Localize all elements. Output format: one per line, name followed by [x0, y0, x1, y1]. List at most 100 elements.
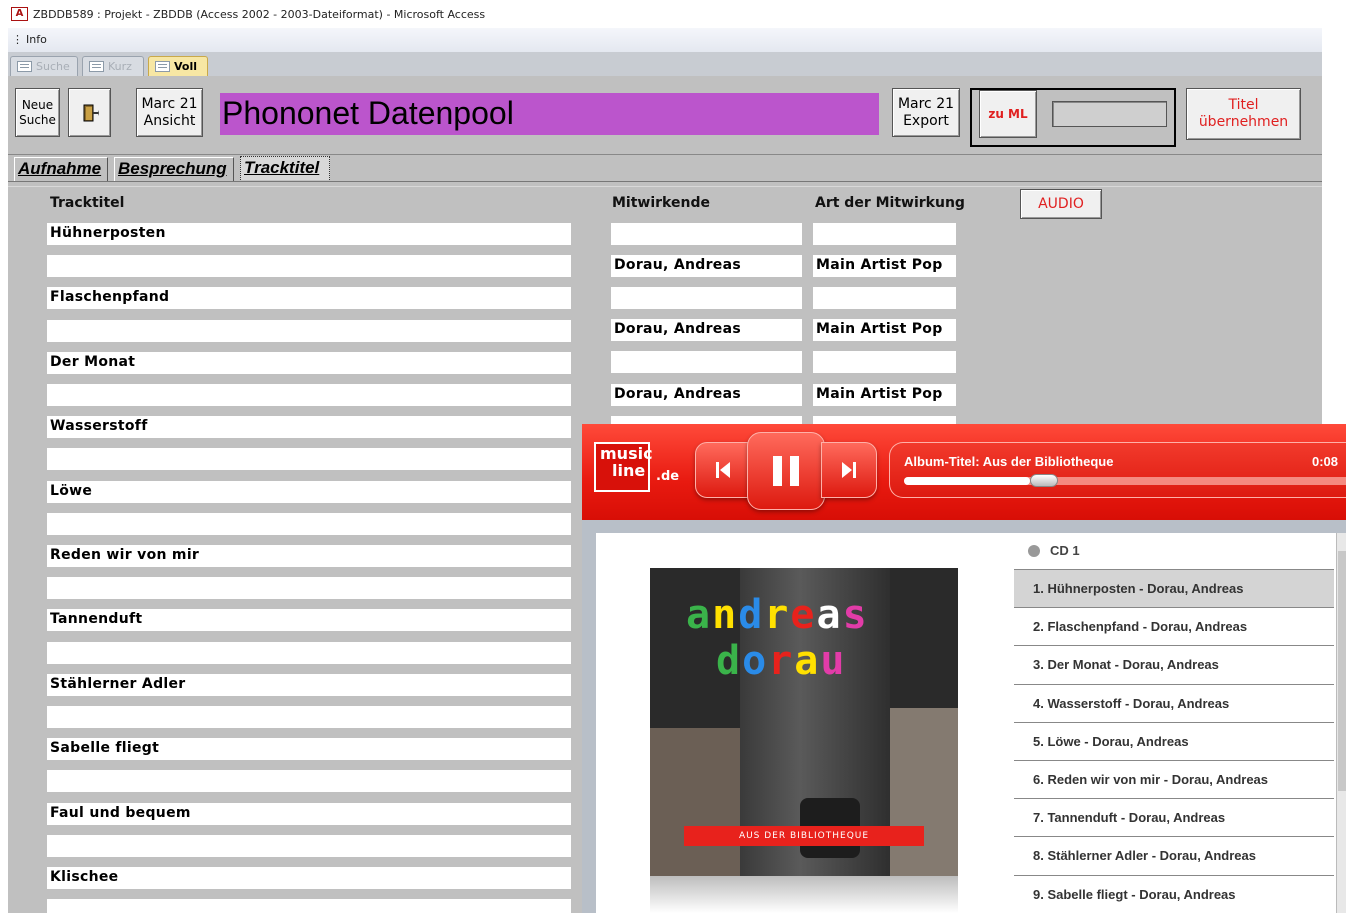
tracktitle-sub-field[interactable]	[47, 642, 571, 664]
access-app-icon[interactable]: A	[11, 7, 28, 21]
next-button[interactable]	[821, 442, 877, 498]
zu-ml-label: zu ML	[988, 107, 1028, 121]
previous-button[interactable]	[695, 442, 751, 498]
toolbar-divider	[8, 154, 1322, 155]
menu-info[interactable]: Info	[26, 33, 47, 46]
new-search-label: Neue Suche	[19, 97, 56, 127]
album-cover: andreas dorau AUS DER BIBLIOTHEQUE	[650, 568, 958, 876]
pause-icon	[748, 433, 824, 509]
track-info-panel: Album-Titel: Aus der Bibliotheque 0:08	[889, 442, 1346, 498]
mitwirkende-field[interactable]	[611, 351, 802, 373]
pause-button[interactable]	[747, 432, 825, 510]
player-track-row[interactable]: 8. Stählerner Adler - Dorau, Andreas	[1014, 836, 1334, 874]
tracktitle-sub-field[interactable]	[47, 320, 571, 342]
musicline-logo[interactable]: music line .de	[594, 442, 679, 492]
player-track-row[interactable]: 7. Tannenduft - Dorau, Andreas	[1014, 798, 1334, 836]
album-title-label: Album-Titel: Aus der Bibliotheque	[904, 454, 1114, 469]
logo-top: music	[600, 444, 653, 463]
player-content: andreas dorau AUS DER BIBLIOTHEQUE CD 1 …	[596, 533, 1346, 913]
subtab-divider	[8, 181, 1322, 182]
mitwirkende-field[interactable]: Dorau, Andreas	[611, 319, 802, 341]
window-title: ZBDDB589 : Projekt - ZBDDB (Access 2002 …	[33, 8, 486, 21]
subtab-besprechung[interactable]: Besprechung	[114, 157, 234, 181]
doc-tab-label: Kurz	[108, 60, 132, 73]
tracktitle-field[interactable]: Sabelle fliegt	[47, 738, 571, 760]
album-cover-reflection	[650, 876, 958, 913]
mitwirkende-field[interactable]: Dorau, Andreas	[611, 384, 802, 406]
tracktitle-field[interactable]: Wasserstoff	[47, 416, 571, 438]
mitwirkende-field[interactable]	[611, 287, 802, 309]
scrollbar-thumb[interactable]	[1338, 551, 1346, 791]
cd-header[interactable]: CD 1	[1014, 533, 1334, 569]
titel-uebernehmen-button[interactable]: Titel übernehmen	[1186, 88, 1301, 140]
tracktitle-sub-field[interactable]	[47, 770, 571, 792]
marc21-export-button[interactable]: Marc 21 Export	[892, 88, 960, 137]
exit-door-icon	[83, 104, 99, 121]
tracktitle-sub-field[interactable]	[47, 448, 571, 470]
art-field[interactable]: Main Artist Pop	[813, 255, 956, 277]
tracklist-scrollbar[interactable]	[1336, 533, 1346, 913]
tracktitle-field[interactable]: Klischee	[47, 867, 571, 889]
tracktitle-sub-field[interactable]	[47, 577, 571, 599]
tracktitle-sub-field[interactable]	[47, 384, 571, 406]
menu-bar: ⋮ Info	[8, 28, 1322, 52]
document-tab-strip: Suche Kurz Voll	[8, 52, 1322, 76]
progress-track[interactable]	[904, 477, 1346, 485]
player-track-row[interactable]: 5. Löwe - Dorau, Andreas	[1014, 721, 1334, 760]
cover-album-band: AUS DER BIBLIOTHEQUE	[684, 826, 924, 846]
musicline-player: music line .de Album-Titel: Aus der Bibl…	[582, 424, 1346, 913]
next-icon	[822, 443, 876, 497]
menu-grip-icon: ⋮	[12, 33, 23, 46]
audio-label: AUDIO	[1038, 196, 1084, 212]
tracktitle-field[interactable]: Stählerner Adler	[47, 674, 571, 696]
zu-ml-input[interactable]	[1052, 101, 1167, 127]
subtab-tracktitel[interactable]: Tracktitel	[240, 156, 330, 180]
marc21-export-label: Marc 21 Export	[897, 95, 955, 129]
player-track-row[interactable]: 4. Wasserstoff - Dorau, Andreas	[1014, 683, 1334, 722]
zu-ml-button[interactable]: zu ML	[979, 90, 1037, 138]
exit-door-button[interactable]	[68, 88, 111, 137]
logo-domain: .de	[656, 469, 680, 484]
art-field[interactable]	[813, 223, 956, 245]
cd-label: CD 1	[1050, 543, 1080, 558]
mitwirkende-field[interactable]: Dorau, Andreas	[611, 255, 802, 277]
doc-tab-suche[interactable]: Suche	[10, 56, 78, 76]
tracktitle-field[interactable]: Löwe	[47, 481, 571, 503]
doc-tab-voll[interactable]: Voll	[148, 56, 208, 76]
marc21-view-button[interactable]: Marc 21 Ansicht	[136, 88, 203, 137]
tracktitle-sub-field[interactable]	[47, 255, 571, 277]
player-track-row[interactable]: 2. Flaschenpfand - Dorau, Andreas	[1014, 607, 1334, 645]
player-track-row[interactable]: 1. Hühnerposten - Dorau, Andreas	[1014, 569, 1334, 607]
progress-knob[interactable]	[1030, 474, 1058, 487]
tracktitle-field[interactable]: Flaschenpfand	[47, 287, 571, 309]
tracktitle-field[interactable]: Hühnerposten	[47, 223, 571, 245]
doc-tab-kurz[interactable]: Kurz	[82, 56, 144, 76]
form-icon	[155, 61, 170, 72]
art-field[interactable]	[813, 287, 956, 309]
player-track-row[interactable]: 3. Der Monat - Dorau, Andreas	[1014, 645, 1334, 683]
tracktitle-sub-field[interactable]	[47, 706, 571, 728]
playback-time: 0:08	[1312, 454, 1339, 469]
form-icon	[17, 61, 32, 72]
tracktitle-field[interactable]: Der Monat	[47, 352, 571, 374]
art-field[interactable]: Main Artist Pop	[813, 384, 956, 406]
mitwirkende-field[interactable]	[611, 223, 802, 245]
tracktitle-field[interactable]: Faul und bequem	[47, 803, 571, 825]
new-search-button[interactable]: Neue Suche	[15, 88, 60, 137]
tracktitle-sub-field[interactable]	[47, 899, 571, 921]
subtab-aufnahme[interactable]: Aufnahme	[14, 157, 108, 181]
cover-artist-line2: dorau	[716, 638, 847, 684]
art-field[interactable]: Main Artist Pop	[813, 319, 956, 341]
tracktitle-field[interactable]: Reden wir von mir	[47, 545, 571, 567]
player-track-row[interactable]: 6. Reden wir von mir - Dorau, Andreas	[1014, 760, 1334, 798]
tracktitle-sub-field[interactable]	[47, 835, 571, 857]
col-header-tracktitel: Tracktitel	[50, 195, 125, 211]
art-field[interactable]	[813, 351, 956, 373]
form-icon	[89, 61, 104, 72]
audio-button[interactable]: AUDIO	[1020, 189, 1102, 219]
player-track-row[interactable]: 9. Sabelle fliegt - Dorau, Andreas	[1014, 874, 1334, 913]
tracktitle-sub-field[interactable]	[47, 513, 571, 535]
tracktitle-field[interactable]: Tannenduft	[47, 609, 571, 631]
titel-uebernehmen-label: Titel übernehmen	[1198, 97, 1289, 130]
col-header-mitwirkende: Mitwirkende	[612, 195, 710, 211]
